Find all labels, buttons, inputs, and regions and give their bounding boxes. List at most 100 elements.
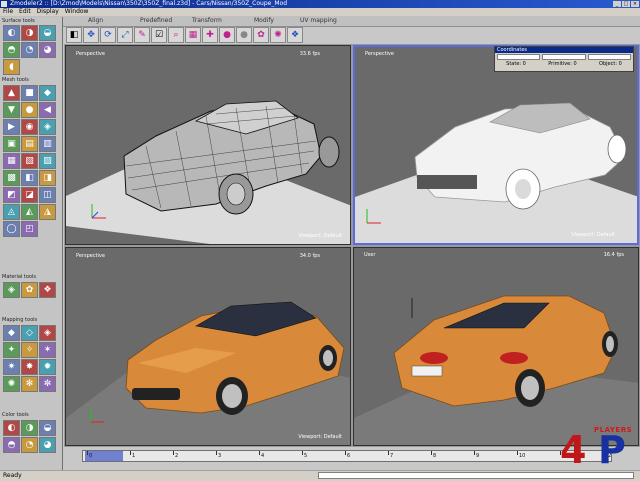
mesh-tool-26[interactable]: ◰ [21,221,38,237]
mesh-tool-20[interactable]: ◪ [21,187,38,203]
mapping-tool-3[interactable]: ◈ [39,325,56,341]
mapping-tool-10[interactable]: ✺ [3,376,20,392]
grid-icon[interactable]: ▦ [185,27,201,43]
mesh-tool-16[interactable]: ▩ [3,170,20,186]
tab-predefined[interactable]: Predefined [140,16,172,26]
mapping-tool-4[interactable]: ✦ [3,342,20,358]
mesh-tool-11[interactable]: ▤ [21,136,38,152]
mesh-tool-13[interactable]: ▦ [3,153,20,169]
timeline-ruler[interactable]: 0 1 2 3 4 5 6 7 8 9 10 11 12 [82,450,612,462]
mesh-tool-9[interactable]: ◈ [39,119,56,135]
material-tool-3[interactable]: ❖ [39,282,56,298]
mesh-tool-15[interactable]: ▨ [39,153,56,169]
mesh-tool-2[interactable]: ■ [21,85,38,101]
menu-window[interactable]: Window [65,8,89,16]
color-tool-3[interactable]: ◒ [39,420,56,436]
mapping-tool-2[interactable]: ◇ [21,325,38,341]
mapping-tool-9[interactable]: ✹ [39,359,56,375]
pivot-icon[interactable]: ✚ [202,27,218,43]
maximize-button[interactable]: □ [622,1,630,7]
command-line-input[interactable] [318,472,634,479]
surface-tool-2[interactable]: ◑ [21,25,38,41]
surface-tool-4[interactable]: ◓ [3,42,20,58]
mesh-tool-25[interactable]: ◯ [3,221,20,237]
sphere-icon[interactable]: ● [236,27,252,43]
select-icon[interactable]: ◧ [66,27,82,43]
surface-tool-1[interactable]: ◐ [3,25,20,41]
render-icon[interactable]: ❖ [287,27,303,43]
mapping-tool-8[interactable]: ✸ [21,359,38,375]
mapping-tool-11[interactable]: ✻ [21,376,38,392]
mapping-tool-6[interactable]: ✶ [39,342,56,358]
color-tool-6[interactable]: ◕ [39,437,56,453]
tab-align[interactable]: Align [88,16,103,26]
coord-x-field[interactable] [497,54,541,60]
menu-file[interactable]: File [3,8,13,16]
color-tool-2[interactable]: ◑ [21,420,38,436]
material-icon[interactable]: ✿ [253,27,269,43]
menu-edit[interactable]: Edit [19,8,31,16]
mesh-tool-21[interactable]: ◫ [39,187,56,203]
section-label-mapping: Mapping tools [2,317,38,323]
tab-modify[interactable]: Modify [254,16,274,26]
viewport-perspective-wireframe[interactable]: Perspective 33.6 fps Viewport: Default [65,45,351,245]
tab-transform[interactable]: Transform [192,16,222,26]
timeline-tick-label: 6 [347,453,351,459]
texture-icon[interactable]: ✺ [270,27,286,43]
state-label: State: 0 [506,61,526,67]
mapping-tool-12[interactable]: ✼ [39,376,56,392]
surface-tool-5[interactable]: ◔ [21,42,38,58]
surface-tool-7[interactable]: ◖ [3,59,20,75]
mesh-tool-3[interactable]: ◆ [39,85,56,101]
mesh-tool-1[interactable]: ▲ [3,85,20,101]
mesh-tool-6[interactable]: ◀ [39,102,56,118]
timeline-tick [173,451,174,455]
material-tool-2[interactable]: ✿ [21,282,38,298]
mesh-tool-4[interactable]: ▼ [3,102,20,118]
surface-tool-3[interactable]: ◒ [39,25,56,41]
scale-icon[interactable]: ⤢ [117,27,133,43]
material-tool-1[interactable]: ◈ [3,282,20,298]
tab-uv-mapping[interactable]: UV mapping [300,16,337,26]
mesh-tool-24[interactable]: ◮ [39,204,56,220]
coord-y-field[interactable] [542,54,586,60]
mesh-tool-22[interactable]: ◬ [3,204,20,220]
timeline-tick-label: 9 [476,453,480,459]
textured-scene-front [66,248,350,445]
mesh-tool-23[interactable]: ◭ [21,204,38,220]
app-icon [1,1,7,7]
mapping-tool-7[interactable]: ✷ [3,359,20,375]
watermark-4: 4 [560,428,587,472]
timeline-tick [474,451,475,455]
watermark-logo: 4 P PLAYERS [560,426,636,470]
mesh-tool-5[interactable]: ● [21,102,38,118]
mesh-tool-10[interactable]: ▣ [3,136,20,152]
menu-display[interactable]: Display [37,8,59,16]
checkbox-icon[interactable]: ☑ [151,27,167,43]
minimize-button[interactable]: _ [613,1,621,7]
mesh-tool-14[interactable]: ▧ [21,153,38,169]
viewport-perspective-textured[interactable]: Perspective 34.0 fps Viewport: Default [65,247,351,446]
mapping-tool-5[interactable]: ✧ [21,342,38,358]
vertices-icon[interactable]: ● [219,27,235,43]
viewport-user-textured[interactable]: User 16.4 fps [353,247,639,446]
surface-tool-6[interactable]: ◕ [39,42,56,58]
close-button[interactable]: × [631,1,639,7]
zoom-icon[interactable]: ⌕ [168,27,184,43]
mapping-tool-1[interactable]: ◆ [3,325,20,341]
mesh-tool-7[interactable]: ▶ [3,119,20,135]
viewport-perspective-solid[interactable]: Perspective Viewport: Default [353,45,639,245]
mesh-tool-17[interactable]: ◧ [21,170,38,186]
mesh-tool-12[interactable]: ▥ [39,136,56,152]
rotate-icon[interactable]: ⟳ [100,27,116,43]
mesh-tool-18[interactable]: ◨ [39,170,56,186]
move-icon[interactable]: ✥ [83,27,99,43]
color-tool-4[interactable]: ◓ [3,437,20,453]
mesh-tool-19[interactable]: ◩ [3,187,20,203]
coord-z-field[interactable] [587,54,631,60]
mesh-tool-8[interactable]: ◉ [21,119,38,135]
animation-timeline: 0 1 2 3 4 5 6 7 8 9 10 11 12 [64,447,640,470]
color-tool-1[interactable]: ◐ [3,420,20,436]
color-tool-5[interactable]: ◔ [21,437,38,453]
brush-icon[interactable]: ✎ [134,27,150,43]
